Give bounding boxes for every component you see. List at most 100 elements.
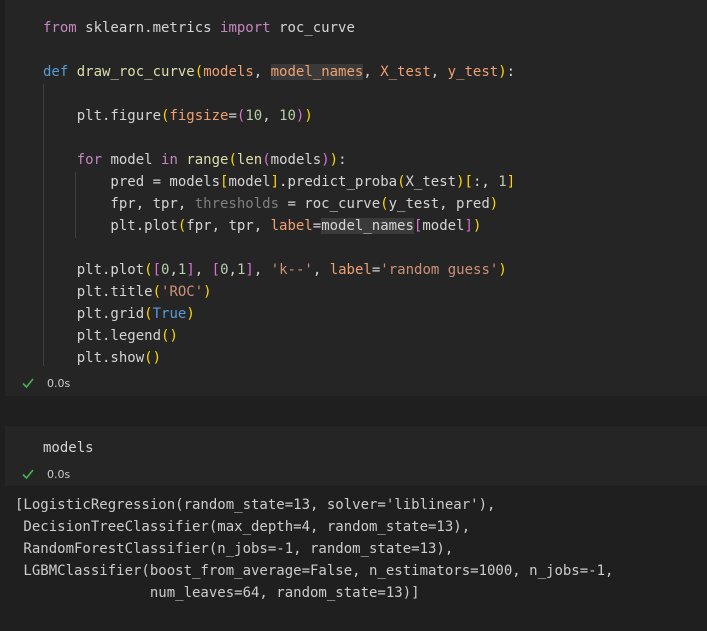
- code-token: (: [262, 152, 271, 168]
- code-token: X_test: [380, 64, 431, 80]
- code-token: =: [228, 108, 237, 124]
- code-token: plt.figure: [43, 108, 162, 124]
- code-token: models: [270, 152, 322, 168]
- code-line[interactable]: fpr, tpr, thresholds = roc_curve(y_test,…: [43, 193, 498, 215]
- code-line[interactable]: for model in range(len(models)):: [43, 149, 347, 171]
- code-token: ,: [253, 262, 271, 278]
- code-token: (): [144, 350, 162, 366]
- code-token: :: [338, 152, 347, 168]
- code-token: roc_curve: [270, 20, 355, 36]
- code-token: 10: [279, 108, 296, 124]
- code-token: ): [329, 152, 339, 168]
- execution-status: 0.0s: [21, 376, 70, 390]
- code-line[interactable]: from sklearn.metrics import roc_curve: [43, 17, 355, 39]
- code-token: pred = models: [43, 174, 221, 190]
- code-token: model: [102, 152, 162, 168]
- code-token: True: [152, 306, 187, 322]
- code-token: ,: [363, 64, 381, 80]
- code-token: plt.title: [43, 284, 153, 300]
- output-line: RandomForestClassifier(n_jobs=-1, random…: [15, 541, 454, 557]
- code-token: ,: [262, 108, 280, 124]
- code-token: label: [329, 262, 372, 278]
- code-token: model: [228, 174, 271, 190]
- code-token: model_names: [321, 218, 414, 234]
- execution-time: 0.0s: [47, 376, 71, 390]
- code-token: = roc_curve: [279, 196, 381, 212]
- code-token: ]: [506, 174, 516, 190]
- code-token: plt.legend: [43, 328, 162, 344]
- code-line[interactable]: plt.plot(fpr, tpr, label=model_names[mod…: [43, 215, 481, 237]
- code-token: plt.plot: [43, 218, 178, 234]
- code-token: models: [43, 440, 94, 456]
- code-token: len: [236, 152, 263, 168]
- code-token: [: [211, 262, 221, 278]
- code-token: ,: [253, 64, 271, 80]
- code-token: 'k--': [270, 262, 313, 278]
- code-token: model_names: [270, 64, 364, 80]
- code-token: (: [152, 284, 162, 300]
- code-line[interactable]: plt.show(): [43, 347, 161, 369]
- code-token: ): [304, 108, 313, 124]
- code-token: ,: [228, 262, 237, 278]
- code-token: plt.grid: [43, 306, 145, 322]
- code-token: :,: [472, 174, 499, 190]
- code-token: =: [312, 218, 322, 234]
- code-token: ,: [194, 262, 212, 278]
- indent-guide: [75, 172, 76, 238]
- code-token: y_test: [447, 64, 499, 80]
- code-line[interactable]: plt.figure(figsize=(10, 10)): [43, 105, 313, 127]
- code-token: (: [144, 262, 153, 278]
- check-icon: [22, 378, 34, 389]
- code-token: ,: [430, 64, 448, 80]
- code-token: ): [456, 174, 465, 190]
- code-token: [: [152, 262, 162, 278]
- code-token: figsize: [169, 108, 229, 124]
- code-token: label: [270, 218, 313, 234]
- code-token: ): [489, 196, 499, 212]
- indent-guide: [43, 84, 44, 366]
- code-token: range: [186, 152, 229, 168]
- code-token: def: [43, 64, 69, 80]
- code-token: (: [228, 152, 237, 168]
- code-token: ): [498, 262, 507, 278]
- code-line[interactable]: models: [43, 437, 94, 459]
- code-token: 'random guess': [380, 262, 499, 278]
- code-token: in: [161, 152, 178, 168]
- output-line: num_leaves=64, random_state=13)]: [15, 585, 420, 601]
- code-line[interactable]: plt.grid(True): [43, 303, 195, 325]
- code-token: ): [498, 64, 507, 80]
- code-token: (: [194, 64, 204, 80]
- code-line[interactable]: def draw_roc_curve(models, model_names, …: [43, 61, 515, 83]
- code-token: models: [203, 64, 254, 80]
- code-token: 0: [220, 262, 229, 278]
- code-token: (): [161, 328, 178, 344]
- code-line[interactable]: plt.legend(): [43, 325, 178, 347]
- code-token: 10: [245, 108, 263, 124]
- code-token: thresholds: [194, 196, 280, 212]
- code-token: .predict_proba: [279, 174, 398, 190]
- output-line: LGBMClassifier(boost_from_average=False,…: [15, 563, 614, 579]
- code-token: ,: [312, 262, 330, 278]
- code-token: [: [464, 174, 473, 190]
- code-token: ]: [270, 174, 280, 190]
- output-line: DecisionTreeClassifier(max_depth=4, rand…: [15, 519, 471, 535]
- code-token: sklearn.metrics: [76, 20, 221, 36]
- notebook: from sklearn.metrics import roc_curvedef…: [0, 0, 707, 631]
- code-token: ]: [186, 262, 195, 278]
- check-icon: [22, 469, 34, 480]
- code-token: ): [321, 152, 330, 168]
- code-token: draw_roc_curve: [76, 64, 195, 80]
- code-token: ]: [245, 262, 254, 278]
- code-cell-1[interactable]: from sklearn.metrics import roc_curvedef…: [5, 0, 707, 396]
- code-line[interactable]: pred = models[model].predict_proba(X_tes…: [43, 171, 515, 193]
- code-token: (: [144, 306, 153, 322]
- code-token: 1: [498, 174, 507, 190]
- code-line[interactable]: plt.plot([0,1], [0,1], 'k--', label='ran…: [43, 259, 507, 281]
- code-token: import: [220, 20, 271, 36]
- code-line[interactable]: plt.title('ROC'): [43, 281, 212, 303]
- code-token: model: [422, 218, 465, 234]
- code-cell-2[interactable]: models 0.0s: [5, 426, 707, 486]
- code-token: for: [76, 152, 103, 168]
